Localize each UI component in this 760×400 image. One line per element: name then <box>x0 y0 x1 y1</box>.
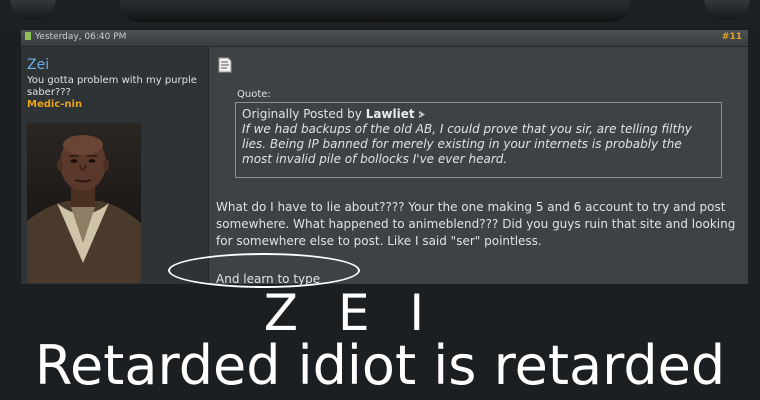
user-title: You gotta problem with my purple saber??… <box>27 75 197 98</box>
user-rank: Medic-nin <box>27 99 83 110</box>
top-chrome <box>0 0 760 28</box>
chrome-right-pill <box>704 0 750 20</box>
quote-prefix: Originally Posted by <box>242 107 362 121</box>
view-post-icon[interactable] <box>418 110 426 119</box>
user-info: Zei You gotta problem with my purple sab… <box>21 47 209 284</box>
quote-label: Quote: <box>237 89 271 100</box>
post-status-icon <box>25 32 31 40</box>
message-text: What do I have to lie about???? Your the… <box>216 200 736 248</box>
quote-text: If we had backups of the old AB, I could… <box>242 122 692 166</box>
message-area: Quote: Originally Posted by Lawliet If w… <box>209 47 748 286</box>
chrome-center-bar <box>120 0 630 22</box>
username-link[interactable]: Zei <box>27 57 49 73</box>
quote-box: Originally Posted by Lawliet If we had b… <box>235 102 722 178</box>
document-icon <box>218 57 232 73</box>
post-number-link[interactable]: #11 <box>722 32 742 42</box>
post-date: Yesterday, 06:40 PM <box>25 32 126 42</box>
quote-attribution: Originally Posted by Lawliet <box>242 107 715 122</box>
post-header: Yesterday, 06:40 PM #11 <box>21 30 748 47</box>
chrome-left-pill <box>10 0 56 20</box>
caption-subtitle: Retarded idiot is retarded <box>34 334 726 397</box>
highlight-circle <box>168 253 360 288</box>
avatar <box>27 123 141 283</box>
avatar-image <box>27 123 141 283</box>
forum-post: Yesterday, 06:40 PM #11 Zei You gotta pr… <box>21 30 748 286</box>
post-date-text: Yesterday, 06:40 PM <box>35 32 127 42</box>
quote-author: Lawliet <box>365 107 415 121</box>
